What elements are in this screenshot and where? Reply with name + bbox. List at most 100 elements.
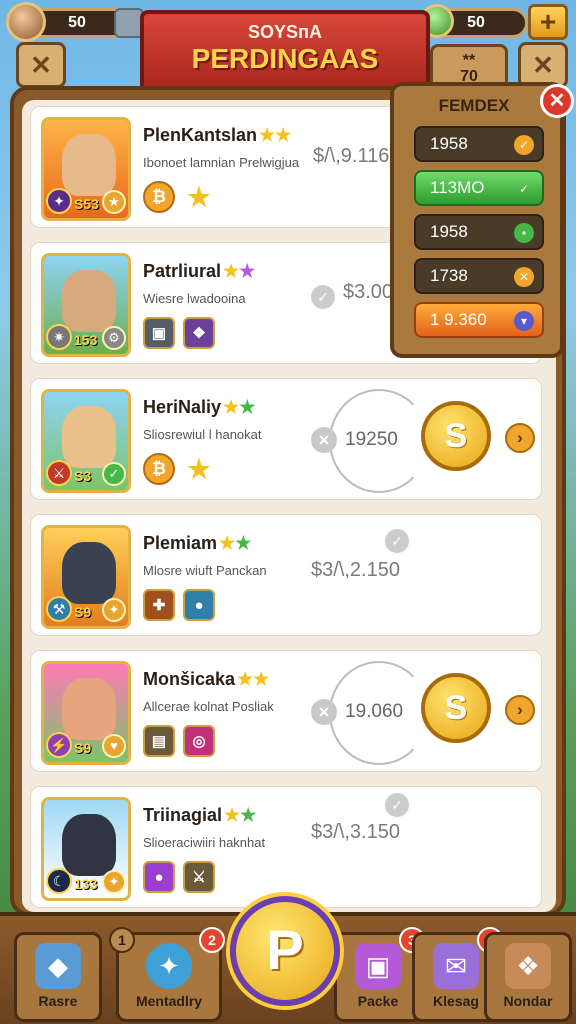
tools-button[interactable]: ✕ — [16, 42, 66, 88]
hero-level: S9 — [74, 604, 92, 620]
reward-icons: ✚ ● — [143, 589, 215, 621]
hero-portrait: ⚔ S3 ✓ — [41, 389, 131, 493]
hero-name-text: PlenKantslan — [143, 125, 258, 145]
hero-price: $3/\,3.150 — [311, 821, 400, 843]
hero-description: Slioeraciwiiri haknhat — [143, 835, 266, 850]
reward-icons: ₿ ★ — [143, 181, 215, 213]
hero-name: PlenKantslan ★★ — [143, 125, 291, 146]
panel-option[interactable]: 1958 ✓ — [414, 126, 544, 162]
banner-title: PERDINGAAS — [191, 43, 379, 74]
class-badge-icon: ☾ — [46, 868, 72, 894]
rank-badge-icon: ✦ — [102, 598, 126, 622]
star-rating-icon: ★★ — [223, 397, 256, 417]
nav-rasre[interactable]: ◆ Rasre — [14, 932, 102, 1022]
message-icon: ✉ — [433, 943, 479, 989]
hero-level: S9 — [74, 740, 92, 756]
check-icon: ✓ — [514, 135, 534, 155]
hero-portrait: ✷ 153 ⚙ — [41, 253, 131, 357]
hero-description: Allcerae kolnat Posliak — [143, 699, 274, 714]
hero-name: Patrliural ★★ — [143, 261, 255, 282]
class-badge-icon: ⚔ — [46, 460, 72, 486]
rank-badge-icon: ♥ — [102, 734, 126, 758]
class-badge-icon: ⚒ — [46, 596, 72, 622]
list-item[interactable]: ⚡ S9 ♥ Monšicaka ★★ Allcerae kolnat Posli… — [30, 650, 542, 772]
hero-description: Wiesre lwadooina — [143, 291, 246, 306]
rank-badge-icon: ✓ — [102, 462, 126, 486]
nav-label: Nondar — [503, 993, 553, 1009]
nav-packe[interactable]: 3 ▣ Packe — [334, 927, 425, 1022]
star-rating-icon: ★★ — [219, 533, 252, 553]
rank-badge-icon: ★ — [102, 190, 126, 214]
panel-option[interactable]: 1958 • — [414, 214, 544, 250]
gift-icon: ❖ — [505, 943, 551, 989]
level-label: ** — [462, 52, 476, 69]
panel-close-button[interactable]: ✕ — [540, 84, 574, 118]
next-arrow-button[interactable]: › — [505, 423, 535, 453]
star-icon: ★ — [187, 181, 211, 212]
hero-name-text: Monšicaka — [143, 669, 236, 689]
panel-option-label: 1 9.360 — [430, 310, 487, 329]
panel-option-selected[interactable]: 113MO ✓ — [414, 170, 544, 206]
panel-option[interactable]: 1738 ✕ — [414, 258, 544, 294]
panel-option-label: 1738 — [430, 266, 468, 285]
rank-badge-icon: ✦ — [102, 870, 126, 894]
gold-coin-icon[interactable]: S — [421, 673, 491, 743]
hero-name: Plemiam ★★ — [143, 533, 251, 554]
close-mark-icon[interactable]: ✕ — [311, 699, 337, 725]
rank-badge-icon: ⚙ — [102, 326, 126, 350]
player-avatar[interactable] — [6, 2, 46, 42]
nav-badge: 2 — [199, 927, 225, 953]
main-coin-button[interactable]: P — [230, 896, 340, 1006]
reward-icons: ▣ ❖ — [143, 317, 215, 349]
class-badge-icon: ✷ — [46, 324, 72, 350]
close-icon: ✕ — [532, 49, 554, 80]
star-icon: ★ — [187, 453, 211, 484]
class-badge-icon: ✦ — [46, 188, 72, 214]
hero-portrait: ⚡ S9 ♥ — [41, 661, 131, 765]
next-arrow-button[interactable]: › — [505, 695, 535, 725]
star-rating-icon: ★★ — [224, 805, 257, 825]
list-item[interactable]: ☾ 133 ✦ Triinagial ★★ Slioeraciwiiri hakn… — [30, 786, 542, 908]
title-banner: SOYSпA PERDINGAAS — [140, 10, 430, 92]
hero-figure — [62, 542, 116, 604]
star-rating-icon: ★★ — [237, 669, 270, 689]
hero-name: Triinagial ★★ — [143, 805, 256, 826]
hero-price: $/\,9.116 — [313, 145, 390, 167]
check-icon: ✓ — [518, 182, 530, 196]
crystal-icon: ◆ — [35, 943, 81, 989]
star-rating-icon: ★★ — [259, 125, 292, 145]
add-currency-button[interactable]: + — [528, 4, 568, 40]
target-item-icon: ◎ — [183, 725, 215, 757]
hero-figure — [62, 678, 116, 740]
check-icon: ✓ — [385, 793, 409, 817]
star-rating-icon: ★★ — [223, 261, 256, 281]
potion-item-icon: ✚ — [143, 589, 175, 621]
nav-nondar[interactable]: ❖ Nondar — [484, 932, 572, 1022]
nav-label: Rasre — [38, 993, 78, 1009]
list-item[interactable]: ⚒ S9 ✦ Plemiam ★★ Mlosre wiuft Panckan ✚ … — [30, 514, 542, 636]
gem-count: 50 — [467, 14, 485, 31]
hero-description: Mlosre wiuft Panckan — [143, 563, 267, 578]
close-mark-icon[interactable]: ✕ — [311, 427, 337, 453]
panel-title: FEMDEX — [438, 96, 510, 115]
gem-item-icon: ❖ — [183, 317, 215, 349]
panel-option-label: 1958 — [430, 134, 468, 153]
arrow-down-icon: ▾ — [514, 311, 534, 331]
gold-coin-icon[interactable]: S — [421, 401, 491, 471]
nav-mentadlry[interactable]: 1 2 ✦ Mentadlry — [109, 927, 225, 1022]
list-item[interactable]: ⚔ S3 ✓ HeriNaliy ★★ Sliosrewiul l hanokat… — [30, 378, 542, 500]
panel-option-label: 1958 — [430, 222, 468, 241]
class-badge-icon: ⚡ — [46, 732, 72, 758]
banner-subtitle: SOYSпA — [248, 22, 322, 42]
nav-badge: 1 — [109, 927, 135, 953]
hero-portrait: ⚒ S9 ✦ — [41, 525, 131, 629]
panel-option-label: 113MO — [430, 178, 485, 197]
hero-description: Ibonoet lamnian Prelwigjua — [143, 155, 300, 170]
reward-icons: ● ⚔ — [143, 861, 215, 893]
hero-figure — [62, 814, 116, 876]
ring-value: 19250 — [345, 429, 398, 450]
panel-option[interactable]: 1 9.360 ▾ — [414, 302, 544, 338]
hero-name-text: Patrliural — [143, 261, 222, 281]
coin-p-icon: P — [266, 918, 304, 981]
check-icon: ✓ — [385, 529, 409, 553]
